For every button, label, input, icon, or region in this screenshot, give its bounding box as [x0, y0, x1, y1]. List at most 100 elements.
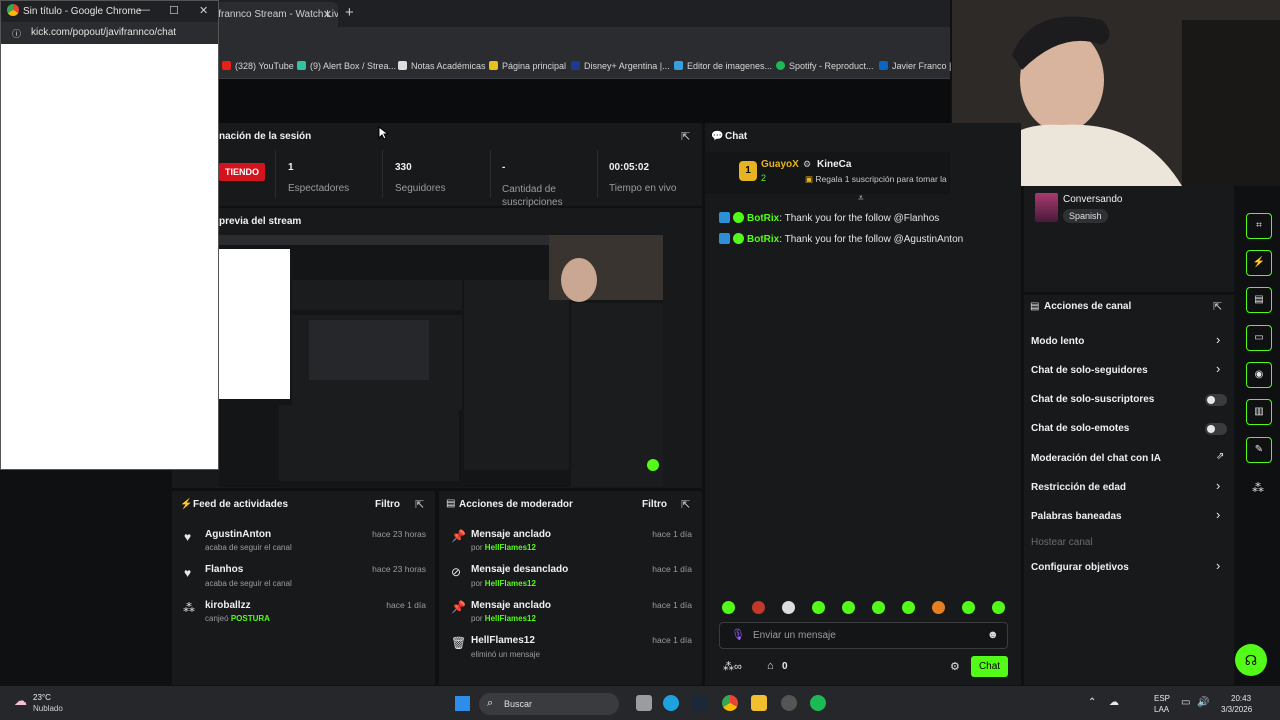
emoji-icon[interactable]: ☻: [987, 629, 999, 641]
emotes-only-toggle[interactable]: [1205, 423, 1227, 435]
weather-temp[interactable]: 23°C: [33, 693, 51, 702]
subs-label: Cantidad de suscripciones: [502, 184, 563, 208]
action-age-restriction[interactable]: Restricción de edad: [1031, 482, 1126, 493]
popup-title: Sin título - Google Chrome: [23, 6, 142, 17]
emote-icon[interactable]: [932, 601, 945, 614]
emote-icon[interactable]: [812, 601, 825, 614]
mod-item-name[interactable]: HellFlames12: [471, 635, 535, 646]
lightning-icon[interactable]: ⚡: [1246, 250, 1272, 276]
points-icon: ⁂: [183, 601, 195, 615]
new-tab-icon[interactable]: +: [345, 4, 354, 21]
microphone-icon[interactable]: 🎙: [731, 628, 745, 641]
volume-icon[interactable]: 🔊: [1197, 697, 1209, 708]
chevron-right-icon[interactable]: ›: [1216, 507, 1220, 522]
chevron-right-icon[interactable]: ›: [1216, 361, 1220, 376]
bookmark-editor[interactable]: Editor de imagenes...: [674, 61, 772, 71]
popout-icon[interactable]: ⇱: [415, 498, 424, 511]
emote-icon[interactable]: [782, 601, 795, 614]
bookmark-notas[interactable]: Notas Académicas: [398, 61, 486, 71]
bookmark-youtube[interactable]: (328) YouTube: [222, 61, 294, 71]
clock-date[interactable]: 3/3/2026: [1221, 705, 1252, 714]
subscribers-only-toggle[interactable]: [1205, 394, 1227, 406]
edge-icon[interactable]: [663, 695, 679, 711]
bookmark-linkedin[interactable]: Javier Franco | Li: [879, 61, 961, 71]
emote-icon[interactable]: [872, 601, 885, 614]
category-thumbnail[interactable]: [1035, 193, 1058, 222]
emote-icon[interactable]: [962, 601, 975, 614]
obs-icon[interactable]: [781, 695, 797, 711]
action-ai-moderation[interactable]: Moderación del chat con IA: [1031, 453, 1161, 464]
activity-filter-button[interactable]: Filtro: [375, 499, 400, 510]
file-explorer-icon[interactable]: [751, 695, 767, 711]
emote-icon[interactable]: [992, 601, 1005, 614]
popout-icon[interactable]: ⇱: [681, 130, 690, 143]
chevron-right-icon[interactable]: ›: [1216, 332, 1220, 347]
popout-icon[interactable]: ⇱: [1213, 300, 1222, 313]
language-indicator-1[interactable]: ESP: [1154, 694, 1170, 703]
bot-badge-icon: [719, 233, 730, 244]
steam-icon[interactable]: [692, 695, 708, 711]
tab-close-icon[interactable]: ✕: [323, 8, 332, 21]
clock-time[interactable]: 20:43: [1231, 694, 1251, 703]
chevron-right-icon[interactable]: ›: [1216, 558, 1220, 573]
storage-icon[interactable]: ▥: [1246, 399, 1272, 425]
gifter-username[interactable]: GuayoX: [761, 159, 799, 170]
language-indicator-2[interactable]: LAA: [1154, 705, 1169, 714]
popout-icon[interactable]: ⇱: [681, 498, 690, 511]
activity-feed-title: Feed de actividades: [193, 499, 289, 510]
bookmark-disney[interactable]: Disney+ Argentina |...: [571, 61, 670, 71]
spotify-taskbar-icon[interactable]: [810, 695, 826, 711]
tools-icon[interactable]: ✎: [1246, 437, 1272, 463]
points-infinity-icon[interactable]: ⁂∞: [723, 660, 742, 673]
emote-icon[interactable]: [842, 601, 855, 614]
gift-box-icon: ▣: [805, 174, 816, 184]
points-icon[interactable]: ⁂: [1252, 481, 1264, 495]
action-followers-only[interactable]: Chat de solo-seguidores: [1031, 365, 1148, 376]
popup-address-bar[interactable]: ⓘ kick.com/popout/javifrannco/chat: [1, 22, 218, 44]
windows-start-icon[interactable]: [455, 696, 470, 711]
minimize-icon[interactable]: —: [139, 4, 150, 16]
network-icon[interactable]: ▭: [1181, 697, 1190, 708]
emote-icon[interactable]: [902, 601, 915, 614]
site-info-icon[interactable]: ⓘ: [12, 27, 21, 40]
taskbar-search[interactable]: [479, 693, 619, 715]
send-chat-button[interactable]: Chat: [971, 656, 1008, 677]
feed-item-name[interactable]: AgustinAnton: [205, 529, 271, 540]
collapse-icon[interactable]: ⩡: [858, 193, 864, 204]
chat-icon[interactable]: ▭: [1246, 325, 1272, 351]
mod-item-detail: por HellFlames12: [471, 579, 536, 588]
browser-tab[interactable]: ifrannco Stream - Watch Liv ✕: [208, 2, 338, 27]
external-link-icon[interactable]: ⇗: [1216, 451, 1224, 462]
action-banned-words[interactable]: Palabras baneadas: [1031, 511, 1122, 522]
gift-box-icon[interactable]: ⌂: [767, 660, 774, 672]
emote-icon[interactable]: [752, 601, 765, 614]
bookmark-alertbox[interactable]: (9) Alert Box / Strea...: [297, 61, 396, 71]
category-name[interactable]: Conversando: [1063, 194, 1122, 205]
chevron-up-icon[interactable]: ⌃: [1088, 697, 1096, 708]
feed-item-name[interactable]: Flanhos: [205, 564, 243, 575]
screenshot-icon[interactable]: ⌗: [1246, 213, 1272, 239]
support-headset-icon[interactable]: ☊: [1235, 644, 1267, 676]
chrome-taskbar-icon[interactable]: [722, 695, 738, 711]
gift-recipient[interactable]: KineCa: [817, 159, 851, 170]
cloud-icon[interactable]: ☁: [1109, 697, 1119, 708]
action-slow-mode[interactable]: Modo lento: [1031, 336, 1084, 347]
close-icon[interactable]: ✕: [199, 4, 208, 17]
mod-filter-button[interactable]: Filtro: [642, 499, 667, 510]
popup-window[interactable]: Sin título - Google Chrome — ☐ ✕ ⓘ kick.…: [0, 0, 219, 470]
maximize-icon[interactable]: ☐: [169, 4, 179, 17]
unpin-icon: ⊘: [451, 565, 462, 579]
followers-count: 330: [395, 162, 412, 173]
chevron-right-icon[interactable]: ›: [1216, 478, 1220, 493]
action-set-goals[interactable]: Configurar objetivos: [1031, 562, 1129, 573]
emote-icon[interactable]: [722, 601, 735, 614]
mod-item-time: hace 1 día: [652, 600, 692, 610]
document-icon[interactable]: ▤: [1246, 287, 1272, 313]
bookmark-principal[interactable]: Página principal: [489, 61, 566, 71]
feed-item-name[interactable]: kiroballzz: [205, 600, 251, 611]
broadcast-icon[interactable]: ◉: [1246, 362, 1272, 388]
settings-gear-icon[interactable]: ⚙: [950, 660, 960, 673]
bookmark-spotify[interactable]: Spotify - Reproduct...: [776, 61, 874, 71]
task-view-icon[interactable]: [636, 695, 652, 711]
stream-preview-video[interactable]: [219, 235, 663, 487]
